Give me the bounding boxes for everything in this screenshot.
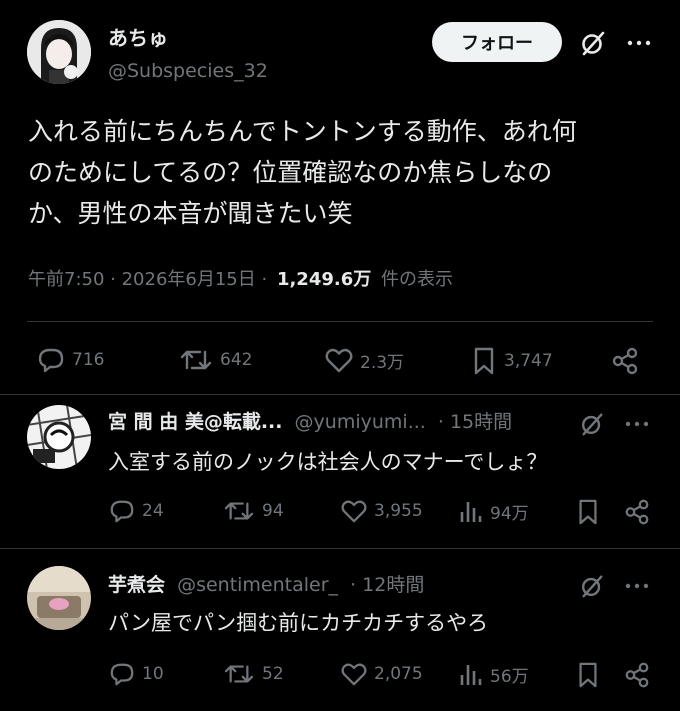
reply-icon [110, 663, 134, 686]
reply-text: パン屋でパン掴む前にカチカチするやろ [108, 611, 489, 635]
reply-handle[interactable]: @yumiyumi... [295, 411, 426, 433]
share-icon [625, 662, 649, 688]
reply-count: 716 [72, 350, 105, 370]
reply-button[interactable]: 716 [36, 346, 104, 374]
more-icon[interactable] [622, 574, 652, 598]
main-post-text-line: 入れる前にちんちんでトントンする動作、あれ何 [28, 117, 577, 146]
reply-time[interactable]: · 15時間 [438, 411, 512, 433]
grok-icon[interactable] [576, 408, 608, 440]
post-timestamp[interactable]: 午前7:50 · 2026年6月15日 · [28, 269, 267, 290]
reply-display-name[interactable]: 宮 間 由 美@転載... [108, 411, 283, 433]
views-count: 56万 [490, 666, 529, 687]
main-post-text-line: か、男性の本音が聞きたい笑 [28, 199, 353, 228]
main-post-text: 入れる前にちんちんでトントンする動作、あれ何 のためにしてるの？位置確認なのか焦… [28, 111, 668, 234]
views-icon [460, 665, 482, 685]
reply-icon [110, 500, 134, 523]
reply-avatar[interactable] [27, 405, 91, 469]
bookmark-icon [579, 662, 597, 688]
reply-time[interactable]: · 12時間 [350, 574, 424, 596]
share-button[interactable] [622, 661, 652, 689]
views-button[interactable]: 94万 [458, 498, 529, 524]
reply-header: 宮 間 由 美@転載... @yumiyumi... · 15時間 [108, 407, 512, 434]
reply-button[interactable]: 10 [108, 661, 164, 687]
main-post-handle[interactable]: @Subspecies_32 [108, 60, 268, 82]
like-icon [341, 663, 367, 686]
share-button[interactable] [608, 346, 642, 376]
divider [27, 321, 653, 322]
repost-count: 94 [262, 501, 284, 521]
follow-button[interactable]: フォロー [432, 22, 562, 62]
like-count: 3,955 [374, 501, 423, 521]
bookmark-icon [579, 499, 597, 525]
reply-count: 10 [142, 664, 164, 684]
views-count: 1,249.6万 [276, 269, 372, 290]
reply-button[interactable]: 24 [108, 498, 164, 524]
divider [0, 548, 680, 549]
repost-icon [224, 502, 254, 520]
like-button[interactable]: 3,955 [340, 498, 423, 524]
repost-icon [224, 665, 254, 683]
repost-icon [180, 350, 212, 370]
more-icon[interactable] [622, 412, 652, 436]
bookmark-count: 3,747 [504, 351, 553, 371]
main-post-text-line: のためにしてるの？位置確認なのか焦らしなの [28, 158, 553, 187]
repost-button[interactable]: 642 [178, 346, 252, 374]
views-label: 件の表示 [380, 269, 453, 290]
share-icon [625, 499, 649, 525]
views-count: 94万 [490, 503, 529, 524]
grok-icon[interactable] [576, 26, 610, 60]
like-button[interactable]: 2,075 [340, 661, 423, 687]
reply-header: 芋煮会 @sentimentaler_ · 12時間 [108, 570, 424, 597]
reply-handle[interactable]: @sentimentaler_ [177, 574, 338, 596]
repost-count: 642 [220, 350, 253, 370]
post-meta: 午前7:50 · 2026年6月15日 · 1,249.6万 件の表示 [28, 265, 453, 291]
views-icon [460, 502, 482, 522]
main-post-display-name[interactable]: あちゅ [108, 22, 168, 51]
like-icon [341, 500, 367, 523]
like-count: 2.3万 [360, 352, 405, 373]
repost-count: 52 [262, 664, 284, 684]
divider [0, 394, 680, 395]
like-count: 2,075 [374, 664, 423, 684]
like-icon [325, 348, 353, 373]
share-button[interactable] [622, 498, 652, 526]
bookmark-button[interactable] [574, 661, 602, 689]
reply-icon [38, 348, 64, 373]
bookmark-button[interactable]: 3,747 [470, 346, 553, 376]
repost-button[interactable]: 94 [222, 498, 284, 524]
reply-text: 入室する前のノックは社会人のマナーでしょ？ [108, 450, 548, 474]
like-button[interactable]: 2.3万 [324, 346, 404, 374]
bookmark-icon [474, 347, 494, 375]
grok-icon[interactable] [576, 570, 608, 602]
bookmark-button[interactable] [574, 498, 602, 526]
repost-button[interactable]: 52 [222, 661, 284, 687]
views-button[interactable]: 56万 [458, 661, 529, 687]
more-icon[interactable] [624, 30, 654, 56]
reply-count: 24 [142, 501, 164, 521]
main-post-avatar[interactable] [27, 20, 91, 84]
share-icon [612, 347, 638, 375]
reply-display-name[interactable]: 芋煮会 [108, 574, 165, 596]
reply-avatar[interactable] [27, 566, 91, 630]
